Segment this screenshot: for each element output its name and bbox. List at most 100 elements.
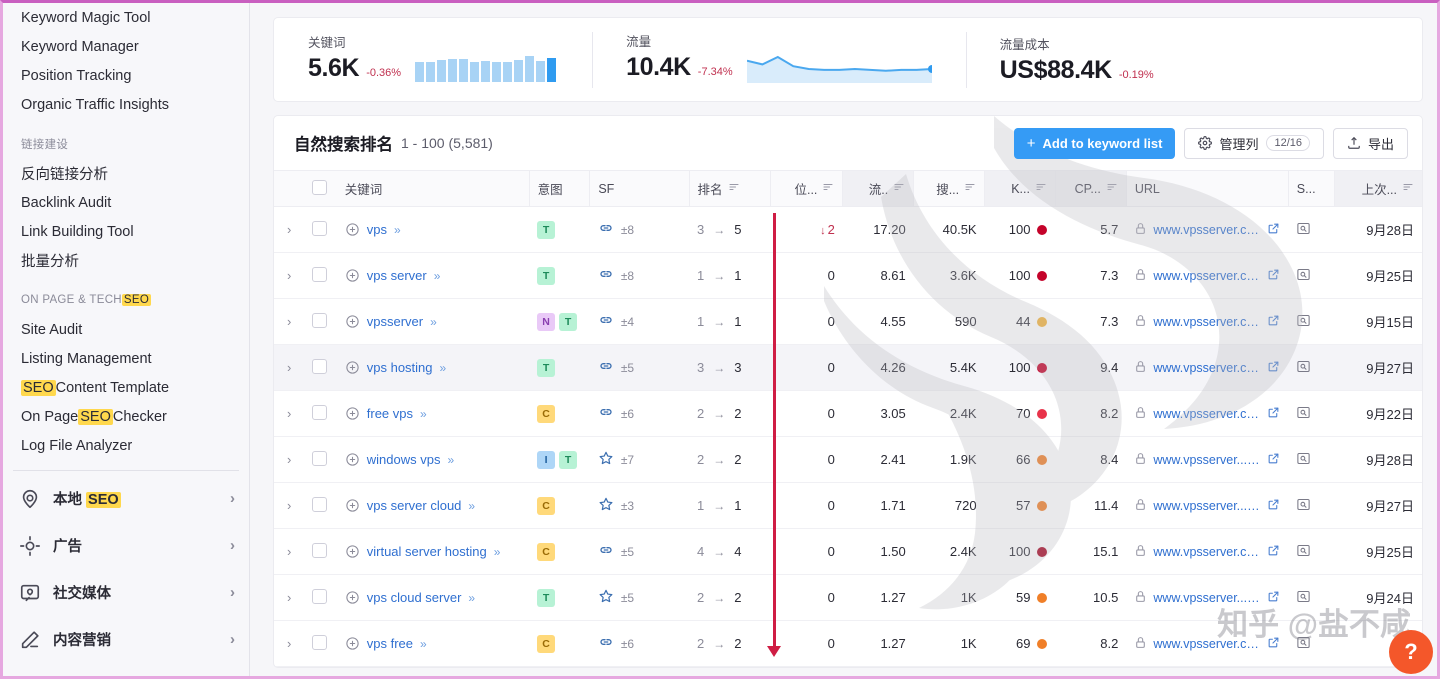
- table-row[interactable]: › vps hosting » T ±5 3 → 3 0 4.26 5.4K 100 9.4 www.vp…: [274, 344, 1422, 391]
- keyword-link[interactable]: vps server: [367, 268, 427, 283]
- column-header-volume[interactable]: 搜...: [913, 170, 985, 207]
- column-header-rank[interactable]: 排名: [688, 170, 771, 207]
- row-checkbox[interactable]: [312, 450, 328, 466]
- keyword-expand-icon[interactable]: »: [494, 545, 501, 559]
- table-row[interactable]: › free vps » C ±6 2 → 2 0 3.05 2.4K 70 8.2 www.vpsser…: [274, 390, 1422, 437]
- table-row[interactable]: › virtual server hosting » C ±5 4 → 4 0 1.50 2.4K 1…: [274, 528, 1422, 575]
- url-link[interactable]: www.vpsserver... ver/: [1153, 591, 1261, 605]
- serp-preview-icon[interactable]: [1296, 268, 1311, 285]
- plus-circle-icon[interactable]: [345, 636, 360, 651]
- expand-row-button[interactable]: ›: [274, 298, 305, 345]
- url-link[interactable]: www.vpsserver.com/: [1153, 637, 1261, 651]
- external-link-icon[interactable]: [1267, 636, 1280, 652]
- add-to-keyword-list-button[interactable]: + Add to keyword list: [1013, 127, 1176, 159]
- sidebar-group-内容营销[interactable]: 内容营销 ›: [3, 616, 249, 663]
- url-link[interactable]: www.vpsserver.... ver/: [1153, 499, 1261, 513]
- external-link-icon[interactable]: [1267, 268, 1280, 284]
- sidebar-item-site-audit[interactable]: Site Audit: [3, 315, 249, 344]
- row-checkbox[interactable]: [312, 358, 328, 374]
- manage-columns-button[interactable]: 管理列 12/16: [1184, 127, 1324, 159]
- sort-icon[interactable]: [822, 181, 834, 196]
- expand-row-button[interactable]: ›: [274, 390, 305, 437]
- external-link-icon[interactable]: [1267, 498, 1280, 514]
- table-row[interactable]: › vps server » T ±8 1 → 1 0 8.61 3.6K 100 7.3 www.vps…: [274, 252, 1422, 299]
- plus-circle-icon[interactable]: [345, 452, 360, 467]
- url-link[interactable]: www.vpsserver.com/: [1153, 545, 1261, 559]
- column-header-traffic[interactable]: 流..: [842, 170, 914, 207]
- column-header-cpc[interactable]: CP...: [1054, 170, 1127, 207]
- sidebar-group-社交媒体[interactable]: 社交媒体 ›: [3, 569, 249, 616]
- row-checkbox[interactable]: [312, 266, 328, 282]
- expand-row-button[interactable]: ›: [274, 528, 305, 575]
- export-button[interactable]: 导出: [1332, 127, 1408, 159]
- expand-row-button[interactable]: ›: [274, 206, 305, 253]
- sort-icon[interactable]: [728, 181, 740, 196]
- keyword-link[interactable]: vps: [367, 222, 387, 237]
- serp-preview-icon[interactable]: [1296, 590, 1311, 607]
- url-link[interactable]: www.vpsserver.com/: [1153, 361, 1261, 375]
- keyword-expand-icon[interactable]: »: [430, 315, 437, 329]
- keyword-expand-icon[interactable]: »: [420, 407, 427, 421]
- sort-icon[interactable]: [1402, 181, 1414, 196]
- sidebar-item-seo-content-template[interactable]: SEO Content Template: [3, 373, 249, 402]
- sidebar-item-listing-management[interactable]: Listing Management: [3, 344, 249, 373]
- table-row[interactable]: › vps free » C ±6 2 → 2 0 1.27 1K 69 8.2 www.vpsserve…: [274, 620, 1422, 667]
- expand-row-button[interactable]: ›: [274, 620, 305, 667]
- keyword-link[interactable]: vps free: [367, 636, 413, 651]
- sidebar-item-keyword-magic-tool[interactable]: Keyword Magic Tool: [3, 3, 249, 32]
- serp-preview-icon[interactable]: [1296, 360, 1311, 377]
- plus-circle-icon[interactable]: [345, 544, 360, 559]
- keyword-link[interactable]: vps hosting: [367, 360, 433, 375]
- keyword-expand-icon[interactable]: »: [434, 269, 441, 283]
- plus-circle-icon[interactable]: [345, 498, 360, 513]
- external-link-icon[interactable]: [1267, 406, 1280, 422]
- row-checkbox[interactable]: [312, 404, 328, 420]
- expand-row-button[interactable]: ›: [274, 436, 305, 483]
- keyword-expand-icon[interactable]: »: [468, 499, 475, 513]
- sidebar-item-on-page-seo-checker[interactable]: On Page SEO Checker: [3, 402, 249, 431]
- serp-preview-icon[interactable]: [1296, 406, 1311, 423]
- sidebar-item-link-building-tool[interactable]: Link Building Tool: [3, 217, 249, 246]
- sidebar-item-批量分析[interactable]: 批量分析: [3, 246, 249, 275]
- row-checkbox[interactable]: [312, 220, 328, 236]
- serp-preview-icon[interactable]: [1296, 314, 1311, 331]
- keyword-link[interactable]: vps server cloud: [367, 498, 462, 513]
- url-link[interactable]: www.vpsserver.com/: [1153, 223, 1261, 237]
- keyword-expand-icon[interactable]: »: [440, 361, 447, 375]
- serp-preview-icon[interactable]: [1296, 498, 1311, 515]
- sort-icon[interactable]: [893, 181, 905, 196]
- sidebar-item-log-file-analyzer[interactable]: Log File Analyzer: [3, 431, 249, 460]
- row-checkbox[interactable]: [312, 542, 328, 558]
- keyword-expand-icon[interactable]: »: [394, 223, 401, 237]
- plus-circle-icon[interactable]: [345, 314, 360, 329]
- external-link-icon[interactable]: [1267, 222, 1280, 238]
- keyword-expand-icon[interactable]: »: [468, 591, 475, 605]
- row-checkbox[interactable]: [312, 588, 328, 604]
- sidebar-group-广告[interactable]: 广告 ›: [3, 522, 249, 569]
- sidebar-item-反向链接分析[interactable]: 反向链接分析: [3, 159, 249, 188]
- keyword-link[interactable]: free vps: [367, 406, 413, 421]
- sidebar-group-本地-seo[interactable]: 本地 SEO ›: [3, 475, 249, 522]
- url-link[interactable]: www.vpsserver.com/: [1153, 407, 1261, 421]
- external-link-icon[interactable]: [1267, 544, 1280, 560]
- keyword-link[interactable]: virtual server hosting: [367, 544, 487, 559]
- table-row[interactable]: › vps cloud server » T ±5 2 → 2 0 1.27 1K 59 10.5 www…: [274, 574, 1422, 621]
- plus-circle-icon[interactable]: [345, 590, 360, 605]
- url-link[interactable]: www.vpsserver.com/: [1153, 269, 1261, 283]
- expand-row-button[interactable]: ›: [274, 482, 305, 529]
- external-link-icon[interactable]: [1267, 590, 1280, 606]
- column-header-kd[interactable]: K...: [984, 170, 1056, 207]
- sort-icon[interactable]: [1035, 181, 1047, 196]
- table-row[interactable]: › vpsserver » N T ±4 1 → 1 0 4.55 590 44 7.3 www.vpsse…: [274, 298, 1422, 345]
- table-row[interactable]: › vps » T ±8 3 → 5 ↓ 2 17.20 40.5K 100 5.7 www.vpsserv…: [274, 206, 1422, 253]
- keyword-expand-icon[interactable]: »: [447, 453, 454, 467]
- url-link[interactable]: www.vpsserver.... vps/: [1153, 453, 1261, 467]
- column-header-updated[interactable]: 上次...: [1334, 170, 1422, 207]
- plus-circle-icon[interactable]: [345, 406, 360, 421]
- sidebar-item-position-tracking[interactable]: Position Tracking: [3, 61, 249, 90]
- row-checkbox[interactable]: [312, 496, 328, 512]
- keyword-expand-icon[interactable]: »: [420, 637, 427, 651]
- serp-preview-icon[interactable]: [1296, 452, 1311, 469]
- sort-icon[interactable]: [964, 181, 976, 196]
- external-link-icon[interactable]: [1267, 452, 1280, 468]
